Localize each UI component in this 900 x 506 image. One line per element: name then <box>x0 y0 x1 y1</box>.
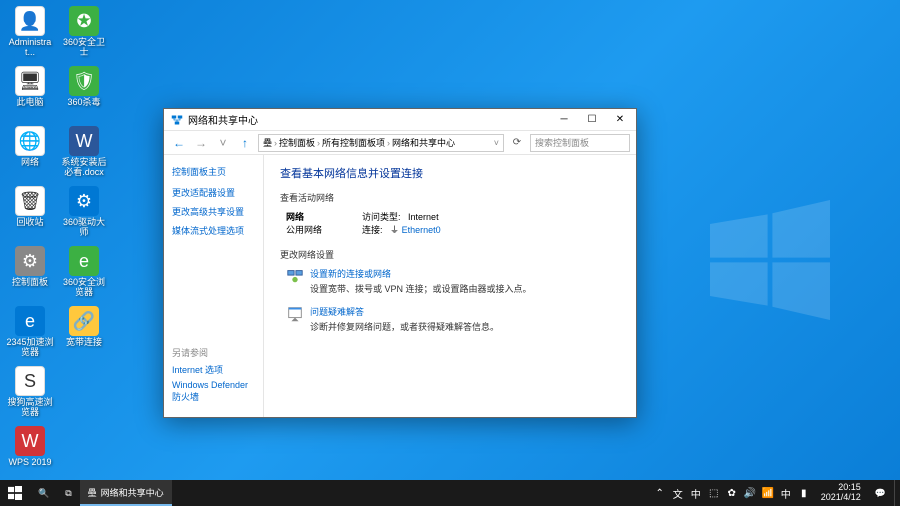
show-desktop-button[interactable] <box>894 480 900 506</box>
search-button[interactable]: 🔍 <box>30 480 57 506</box>
defender-firewall-link[interactable]: Windows Defender 防火墙 <box>172 380 255 403</box>
taskbar: 🔍 ⧉ 壘 网络和共享中心 ⌃文中⬚✿🔊📶中▮ 20:15 2021/4/12 … <box>0 480 900 506</box>
app-icon: e <box>15 306 45 336</box>
system-tray: ⌃文中⬚✿🔊📶中▮ <box>649 486 815 500</box>
breadcrumb-seg[interactable]: 所有控制面板项 <box>322 136 385 149</box>
app-icon: ✪ <box>69 6 99 36</box>
desktop[interactable]: 👤Administrat...✪360安全卫士🖥此电脑🛡360杀毒🌐网络W系统安… <box>0 0 900 506</box>
connection-link[interactable]: Ethernet0 <box>402 225 441 235</box>
setup-connection-icon <box>286 267 304 285</box>
close-button[interactable]: ✕ <box>606 110 634 130</box>
desktop-icon[interactable]: ⚙控制面板 <box>4 244 56 302</box>
desktop-icon[interactable]: 👤Administrat... <box>4 4 56 62</box>
desktop-icon[interactable]: ✪360安全卫士 <box>58 4 110 62</box>
network-type: 公用网络 <box>286 225 322 235</box>
sidebar: 控制面板主页 更改适配器设置 更改高级共享设置 媒体流式处理选项 另请参阅 In… <box>164 155 264 417</box>
minimize-button[interactable]: ─ <box>550 110 578 130</box>
internet-options-link[interactable]: Internet 选项 <box>172 363 255 376</box>
app-icon: W <box>69 126 99 156</box>
desktop-icon[interactable]: S搜狗高速浏览器 <box>4 364 56 422</box>
desktop-icon[interactable]: ⚙360驱动大师 <box>58 184 110 242</box>
desktop-icon[interactable]: 🛡360杀毒 <box>58 64 110 122</box>
tray-icon[interactable]: 文 <box>671 486 685 500</box>
desktop-icon[interactable]: 🖥此电脑 <box>4 64 56 122</box>
tray-icon[interactable]: ⬚ <box>707 486 721 500</box>
clock[interactable]: 20:15 2021/4/12 <box>815 483 867 503</box>
change-settings-label: 更改网络设置 <box>280 248 620 261</box>
setup-connection-link[interactable]: 设置新的连接或网络 <box>310 267 532 280</box>
address-bar[interactable]: 壘 › 控制面板 › 所有控制面板项 › 网络和共享中心 ˅ <box>258 134 504 152</box>
window-title: 网络和共享中心 <box>188 112 550 127</box>
app-icon: 🛡 <box>69 66 99 96</box>
tray-icon[interactable]: ✿ <box>725 486 739 500</box>
sidebar-link-adapter[interactable]: 更改适配器设置 <box>172 186 255 199</box>
app-icon: 🗑 <box>15 186 45 216</box>
active-network-row: 网络 公用网络 访问类型: Internet 连接: ⏚ Ethernet0 <box>280 210 620 236</box>
task-view-button[interactable]: ⧉ <box>57 480 79 506</box>
troubleshoot-item: 问题疑难解答 诊断并修复网络问题，或者获得疑难解答信息。 <box>280 305 620 333</box>
tray-icon[interactable]: 📶 <box>761 486 775 500</box>
control-panel-home-link[interactable]: 控制面板主页 <box>172 165 255 178</box>
app-icon: ⚙ <box>69 186 99 216</box>
navigation-bar: ← → ˅ ↑ 壘 › 控制面板 › 所有控制面板项 › 网络和共享中心 ˅ ⟳… <box>164 131 636 155</box>
troubleshoot-icon <box>286 305 304 323</box>
app-icon: S <box>15 366 45 396</box>
breadcrumb-seg[interactable]: 网络和共享中心 <box>392 136 455 149</box>
sidebar-link-media[interactable]: 媒体流式处理选项 <box>172 224 255 237</box>
ethernet-icon: ⏚ <box>390 225 399 235</box>
tray-icon[interactable]: 中 <box>689 486 703 500</box>
app-icon: e <box>69 246 99 276</box>
breadcrumb-icon: 壘 <box>263 136 272 149</box>
tray-icon[interactable]: 🔊 <box>743 486 757 500</box>
network-icon <box>170 113 184 127</box>
windows-logo-wallpaper <box>710 200 830 320</box>
app-icon: 🌐 <box>15 126 45 156</box>
network-name: 网络 <box>286 210 322 223</box>
app-icon: ⚙ <box>15 246 45 276</box>
page-heading: 查看基本网络信息并设置连接 <box>280 165 620 181</box>
troubleshoot-link[interactable]: 问题疑难解答 <box>310 305 499 318</box>
sidebar-link-sharing[interactable]: 更改高级共享设置 <box>172 205 255 218</box>
tray-icon[interactable]: ▮ <box>797 486 811 500</box>
start-button[interactable] <box>0 480 30 506</box>
desktop-icon[interactable]: W系统安装后必看.docx <box>58 124 110 182</box>
back-button[interactable]: ← <box>170 134 188 152</box>
notifications-button[interactable]: 💬 <box>867 480 894 506</box>
active-networks-label: 查看活动网络 <box>280 191 620 204</box>
maximize-button[interactable]: ☐ <box>578 110 606 130</box>
taskbar-app-network[interactable]: 壘 网络和共享中心 <box>80 480 172 506</box>
desktop-icons-grid: 👤Administrat...✪360安全卫士🖥此电脑🛡360杀毒🌐网络W系统安… <box>4 4 110 482</box>
recent-dropdown[interactable]: ˅ <box>214 134 232 152</box>
app-icon: 👤 <box>15 6 45 36</box>
desktop-icon[interactable]: 🔗宽带连接 <box>58 304 110 362</box>
desktop-icon[interactable]: 🌐网络 <box>4 124 56 182</box>
network-icon: 壘 <box>88 486 97 499</box>
app-icon: 🔗 <box>69 306 99 336</box>
desktop-icon[interactable]: e360安全浏览器 <box>58 244 110 302</box>
tray-icon[interactable]: ⌃ <box>653 486 667 500</box>
see-also-label: 另请参阅 <box>172 346 255 359</box>
setup-connection-item: 设置新的连接或网络 设置宽带、拨号或 VPN 连接；或设置路由器或接入点。 <box>280 267 620 295</box>
desktop-icon[interactable]: 🗑回收站 <box>4 184 56 242</box>
tray-icon[interactable]: 中 <box>779 486 793 500</box>
desktop-icon[interactable]: e2345加速浏览器 <box>4 304 56 362</box>
up-button[interactable]: ↑ <box>236 134 254 152</box>
app-icon: 🖥 <box>15 66 45 96</box>
control-panel-window: 网络和共享中心 ─ ☐ ✕ ← → ˅ ↑ 壘 › 控制面板 › 所有控制面板项… <box>163 108 637 418</box>
forward-button[interactable]: → <box>192 134 210 152</box>
main-content: 查看基本网络信息并设置连接 查看活动网络 网络 公用网络 访问类型: Inter… <box>264 155 636 417</box>
refresh-button[interactable]: ⟳ <box>508 137 526 148</box>
app-icon: W <box>15 426 45 456</box>
desktop-icon[interactable]: WWPS 2019 <box>4 424 56 482</box>
breadcrumb-seg[interactable]: 控制面板 <box>279 136 315 149</box>
titlebar[interactable]: 网络和共享中心 ─ ☐ ✕ <box>164 109 636 131</box>
search-input[interactable]: 搜索控制面板 <box>530 134 630 152</box>
